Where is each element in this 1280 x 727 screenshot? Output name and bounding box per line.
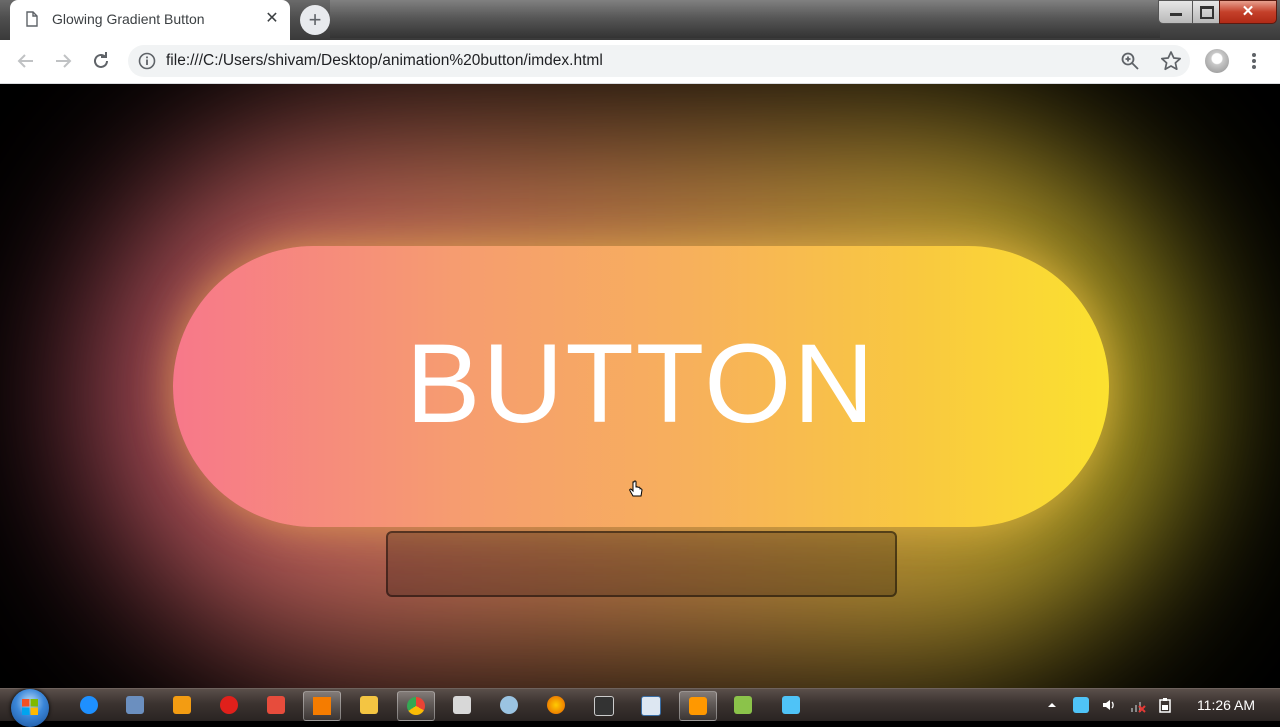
opera-icon bbox=[220, 696, 238, 714]
tab-title: Glowing Gradient Button bbox=[52, 11, 205, 27]
page-viewport: BUTTON bbox=[0, 84, 1280, 688]
windows-logo-icon bbox=[22, 699, 38, 715]
browser-toolbar: file:///C:/Users/shivam/Desktop/animatio… bbox=[0, 40, 1280, 84]
taskbar-record-app[interactable] bbox=[258, 691, 294, 719]
taskbar-camera-app[interactable] bbox=[773, 691, 809, 719]
tab-glowing-gradient-button[interactable]: Glowing Gradient Button ✕ bbox=[10, 0, 290, 40]
window-close-icon: ✕ bbox=[1241, 3, 1255, 20]
maximize-button[interactable] bbox=[1192, 0, 1221, 24]
internet-explorer-icon bbox=[80, 696, 98, 714]
maximize-icon bbox=[1200, 6, 1214, 19]
calculator-icon bbox=[453, 696, 471, 714]
show-hidden-icons-icon[interactable] bbox=[1044, 697, 1060, 713]
paint-icon bbox=[500, 696, 518, 714]
zoom-icon[interactable] bbox=[1120, 51, 1140, 71]
taskbar-paint[interactable] bbox=[491, 691, 527, 719]
vlc-icon bbox=[313, 697, 331, 715]
profile-avatar[interactable] bbox=[1205, 49, 1229, 73]
app-icon bbox=[594, 696, 614, 716]
taskbar-clock[interactable]: 11:26 AM bbox=[1190, 697, 1262, 713]
taskbar-firefox[interactable] bbox=[538, 691, 574, 719]
chrome-icon bbox=[407, 697, 425, 715]
firefox-icon bbox=[547, 696, 565, 714]
camera-app-icon bbox=[782, 696, 800, 714]
taskbar-vlc[interactable] bbox=[303, 691, 341, 721]
reload-icon[interactable] bbox=[89, 49, 113, 73]
address-url[interactable]: file:///C:/Users/shivam/Desktop/animatio… bbox=[166, 52, 603, 70]
bookmark-star-icon[interactable] bbox=[1160, 50, 1182, 72]
volume-icon[interactable] bbox=[1101, 697, 1117, 713]
windows-taskbar: 11:26 AM bbox=[0, 688, 1280, 727]
address-bar[interactable]: file:///C:/Users/shivam/Desktop/animatio… bbox=[128, 45, 1190, 77]
button-label: BUTTON bbox=[405, 321, 877, 446]
start-button[interactable] bbox=[11, 689, 49, 727]
network-disconnected-icon[interactable] bbox=[1130, 697, 1146, 713]
taskbar-notepad[interactable] bbox=[632, 691, 668, 719]
site-info-icon[interactable] bbox=[138, 52, 156, 70]
browser-titlebar: Glowing Gradient Button ✕ + ✕ bbox=[0, 0, 1280, 40]
taskbar-notepad-plus-plus[interactable] bbox=[725, 691, 761, 719]
more-menu-icon[interactable] bbox=[1246, 50, 1262, 72]
page-icon bbox=[26, 11, 38, 27]
taskbar-sublime-text[interactable] bbox=[679, 691, 717, 721]
taskbar-photo-app[interactable] bbox=[164, 691, 200, 719]
taskbar-media-player[interactable] bbox=[117, 691, 153, 719]
tray-camera-icon[interactable] bbox=[1073, 697, 1089, 713]
power-icon[interactable] bbox=[1158, 697, 1174, 713]
back-icon[interactable] bbox=[14, 49, 38, 73]
media-player-icon bbox=[126, 696, 144, 714]
tab-close-icon[interactable]: ✕ bbox=[262, 9, 282, 29]
button-reflection bbox=[386, 531, 897, 597]
record-app-icon bbox=[267, 696, 285, 714]
taskbar-app[interactable] bbox=[585, 691, 621, 719]
titlebar-background bbox=[330, 0, 1160, 38]
sublime-text-icon bbox=[689, 697, 707, 715]
file-explorer-icon bbox=[360, 696, 378, 714]
taskbar-internet-explorer[interactable] bbox=[71, 691, 107, 719]
forward-icon[interactable] bbox=[51, 49, 75, 73]
hand-cursor-icon bbox=[629, 480, 643, 497]
photo-app-icon bbox=[173, 696, 191, 714]
taskbar-calculator[interactable] bbox=[444, 691, 480, 719]
notepad-icon bbox=[641, 696, 661, 716]
minimize-icon bbox=[1170, 13, 1182, 16]
taskbar-file-explorer[interactable] bbox=[351, 691, 387, 719]
taskbar-opera[interactable] bbox=[211, 691, 247, 719]
notepad-plus-plus-icon bbox=[734, 696, 752, 714]
window-close-button[interactable]: ✕ bbox=[1219, 0, 1277, 24]
taskbar-chrome[interactable] bbox=[397, 691, 435, 721]
new-tab-button[interactable]: + bbox=[300, 5, 330, 35]
minimize-button[interactable] bbox=[1158, 0, 1194, 24]
